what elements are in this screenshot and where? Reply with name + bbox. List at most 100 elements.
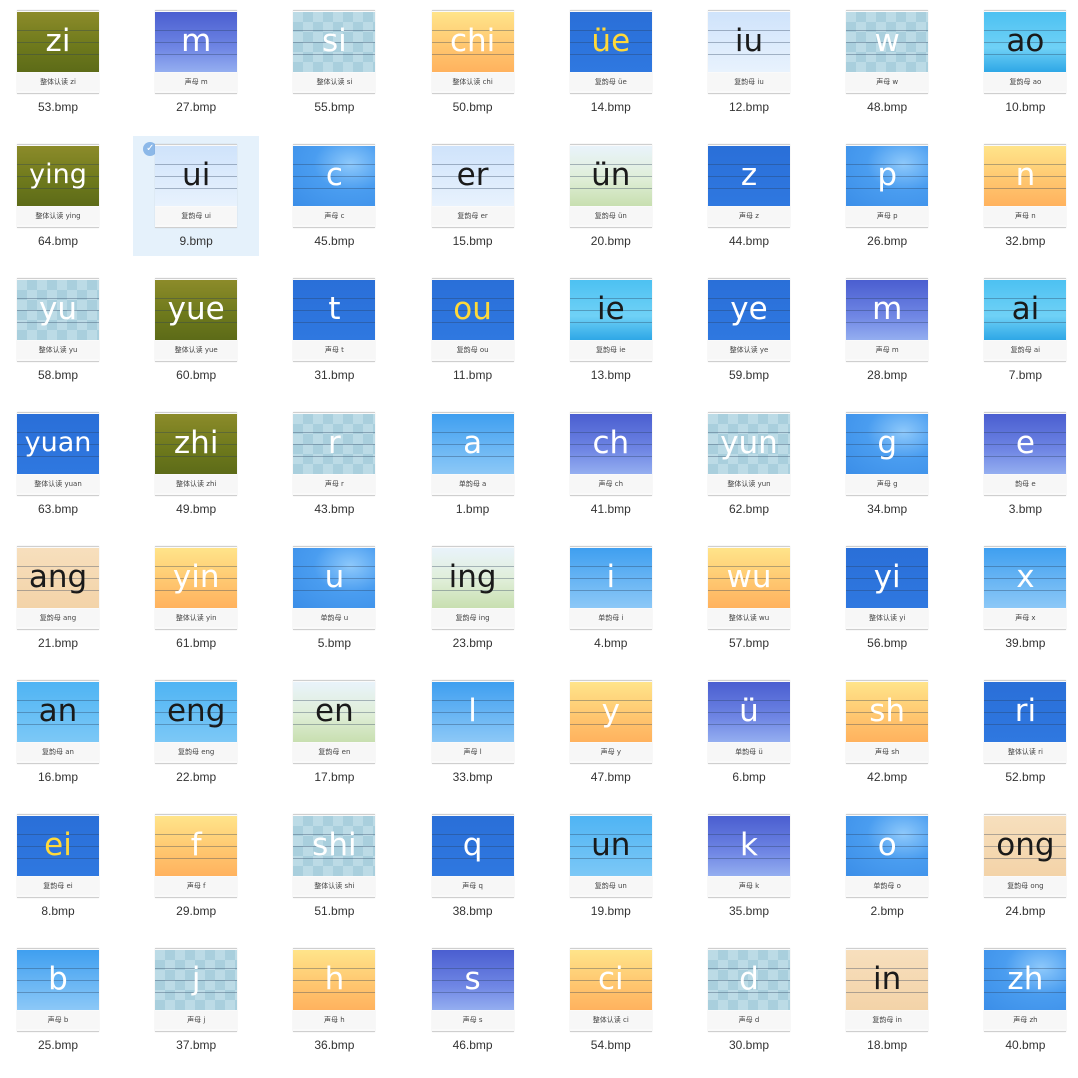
file-name[interactable]: 1.bmp: [410, 502, 536, 516]
file-thumbnail[interactable]: iu 复韵母 iu: [708, 10, 790, 94]
file-thumbnail[interactable]: ie 复韵母 ie: [569, 278, 652, 362]
file-name[interactable]: 23.bmp: [410, 636, 536, 650]
file-name[interactable]: 54.bmp: [548, 1038, 674, 1052]
file-item[interactable]: n 声母 n 32.bmp: [962, 136, 1078, 256]
file-thumbnail[interactable]: ying 整体认读 ying: [17, 144, 99, 228]
file-thumbnail[interactable]: zh 声母 zh: [984, 948, 1067, 1032]
file-name[interactable]: 45.bmp: [271, 234, 397, 248]
file-item[interactable]: ou 复韵母 ou 11.bmp: [410, 270, 536, 390]
file-thumbnail[interactable]: i 单韵母 i: [569, 546, 652, 630]
file-item[interactable]: yuan 整体认读 yuan 63.bmp: [0, 404, 121, 524]
file-item[interactable]: u 单韵母 u 5.bmp: [271, 538, 397, 658]
file-thumbnail[interactable]: r 声母 r: [293, 412, 376, 496]
file-item[interactable]: f 声母 f 29.bmp: [133, 806, 259, 926]
file-name[interactable]: 41.bmp: [548, 502, 674, 516]
file-name[interactable]: 59.bmp: [686, 368, 812, 382]
file-item[interactable]: c 声母 c 45.bmp: [271, 136, 397, 256]
file-name[interactable]: 52.bmp: [962, 770, 1078, 784]
file-item[interactable]: ei 复韵母 ei 8.bmp: [0, 806, 121, 926]
file-thumbnail[interactable]: c 声母 c: [293, 144, 376, 228]
file-thumbnail[interactable]: yi 整体认读 yi: [846, 546, 929, 630]
file-thumbnail[interactable]: ri 整体认读 ri: [984, 680, 1067, 764]
file-item[interactable]: e 韵母 e 3.bmp: [962, 404, 1078, 524]
file-name[interactable]: 20.bmp: [548, 234, 674, 248]
file-name[interactable]: 26.bmp: [824, 234, 950, 248]
file-item[interactable]: t 声母 t 31.bmp: [271, 270, 397, 390]
file-name[interactable]: 11.bmp: [410, 368, 536, 382]
file-item[interactable]: ong 复韵母 ong 24.bmp: [962, 806, 1078, 926]
file-name[interactable]: 13.bmp: [548, 368, 674, 382]
file-item[interactable]: in 复韵母 in 18.bmp: [824, 940, 950, 1060]
file-name[interactable]: 39.bmp: [962, 636, 1078, 650]
file-name[interactable]: 48.bmp: [824, 100, 950, 114]
file-thumbnail[interactable]: ai 复韵母 ai: [984, 278, 1067, 362]
file-name[interactable]: 28.bmp: [824, 368, 950, 382]
file-name[interactable]: 8.bmp: [0, 904, 121, 918]
file-name[interactable]: 25.bmp: [0, 1038, 121, 1052]
file-thumbnail[interactable]: ui 复韵母 ui: [155, 144, 238, 228]
file-thumbnail[interactable]: zhi 整体认读 zhi: [155, 412, 238, 496]
file-thumbnail[interactable]: zi 整体认读 zi: [17, 10, 99, 94]
file-name[interactable]: 43.bmp: [271, 502, 397, 516]
file-item[interactable]: yu 整体认读 yu 58.bmp: [0, 270, 121, 390]
file-thumbnail[interactable]: shi 整体认读 shi: [293, 814, 376, 898]
file-item[interactable]: iu 复韵母 iu 12.bmp: [686, 2, 812, 122]
file-item[interactable]: ri 整体认读 ri 52.bmp: [962, 672, 1078, 792]
file-thumbnail[interactable]: eng 复韵母 eng: [155, 680, 238, 764]
file-item[interactable]: er 复韵母 er 15.bmp: [410, 136, 536, 256]
file-item[interactable]: k 声母 k 35.bmp: [686, 806, 812, 926]
file-thumbnail[interactable]: ong 复韵母 ong: [984, 814, 1067, 898]
file-item[interactable]: y 声母 y 47.bmp: [548, 672, 674, 792]
file-thumbnail[interactable]: y 声母 y: [569, 680, 652, 764]
file-name[interactable]: 42.bmp: [824, 770, 950, 784]
file-name[interactable]: 56.bmp: [824, 636, 950, 650]
file-name[interactable]: 63.bmp: [0, 502, 121, 516]
file-thumbnail[interactable]: in 复韵母 in: [846, 948, 929, 1032]
file-thumbnail[interactable]: m 声母 m: [846, 278, 929, 362]
file-name[interactable]: 2.bmp: [824, 904, 950, 918]
file-item[interactable]: g 声母 g 34.bmp: [824, 404, 950, 524]
file-name[interactable]: 64.bmp: [0, 234, 121, 248]
file-item[interactable]: r 声母 r 43.bmp: [271, 404, 397, 524]
file-name[interactable]: 27.bmp: [133, 100, 259, 114]
file-thumbnail[interactable]: chi 整体认读 chi: [431, 10, 514, 94]
file-item[interactable]: yi 整体认读 yi 56.bmp: [824, 538, 950, 658]
file-name[interactable]: 35.bmp: [686, 904, 812, 918]
file-item[interactable]: ao 复韵母 ao 10.bmp: [962, 2, 1078, 122]
file-name[interactable]: 24.bmp: [962, 904, 1078, 918]
file-name[interactable]: 55.bmp: [271, 100, 397, 114]
file-item[interactable]: zi 整体认读 zi 53.bmp: [0, 2, 121, 122]
file-name[interactable]: 22.bmp: [133, 770, 259, 784]
file-item[interactable]: ün 复韵母 ün 20.bmp: [548, 136, 674, 256]
file-item[interactable]: un 复韵母 un 19.bmp: [548, 806, 674, 926]
file-name[interactable]: 58.bmp: [0, 368, 121, 382]
file-item[interactable]: si 整体认读 si 55.bmp: [271, 2, 397, 122]
file-name[interactable]: 62.bmp: [686, 502, 812, 516]
file-name[interactable]: 12.bmp: [686, 100, 812, 114]
file-thumbnail[interactable]: yu 整体认读 yu: [17, 278, 99, 362]
file-item[interactable]: zhi 整体认读 zhi 49.bmp: [133, 404, 259, 524]
file-thumbnail[interactable]: yuan 整体认读 yuan: [17, 412, 99, 496]
file-thumbnail[interactable]: o 单韵母 o: [846, 814, 929, 898]
file-thumbnail[interactable]: ing 复韵母 ing: [431, 546, 514, 630]
file-name[interactable]: 33.bmp: [410, 770, 536, 784]
file-name[interactable]: 34.bmp: [824, 502, 950, 516]
file-thumbnail[interactable]: üe 复韵母 üe: [569, 10, 652, 94]
file-name[interactable]: 10.bmp: [962, 100, 1078, 114]
file-thumbnail[interactable]: k 声母 k: [708, 814, 790, 898]
file-name[interactable]: 3.bmp: [962, 502, 1078, 516]
file-item[interactable]: eng 复韵母 eng 22.bmp: [133, 672, 259, 792]
file-name[interactable]: 50.bmp: [410, 100, 536, 114]
file-name[interactable]: 7.bmp: [962, 368, 1078, 382]
file-item[interactable]: s 声母 s 46.bmp: [410, 940, 536, 1060]
file-item[interactable]: zh 声母 zh 40.bmp: [962, 940, 1078, 1060]
file-item[interactable]: w 声母 w 48.bmp: [824, 2, 950, 122]
file-name[interactable]: 15.bmp: [410, 234, 536, 248]
file-name[interactable]: 53.bmp: [0, 100, 121, 114]
file-item[interactable]: yin 整体认读 yin 61.bmp: [133, 538, 259, 658]
file-item[interactable]: yue 整体认读 yue 60.bmp: [133, 270, 259, 390]
file-thumbnail[interactable]: ü 单韵母 ü: [708, 680, 790, 764]
file-item[interactable]: shi 整体认读 shi 51.bmp: [271, 806, 397, 926]
file-item[interactable]: ü 单韵母 ü 6.bmp: [686, 672, 812, 792]
file-thumbnail[interactable]: er 复韵母 er: [431, 144, 514, 228]
